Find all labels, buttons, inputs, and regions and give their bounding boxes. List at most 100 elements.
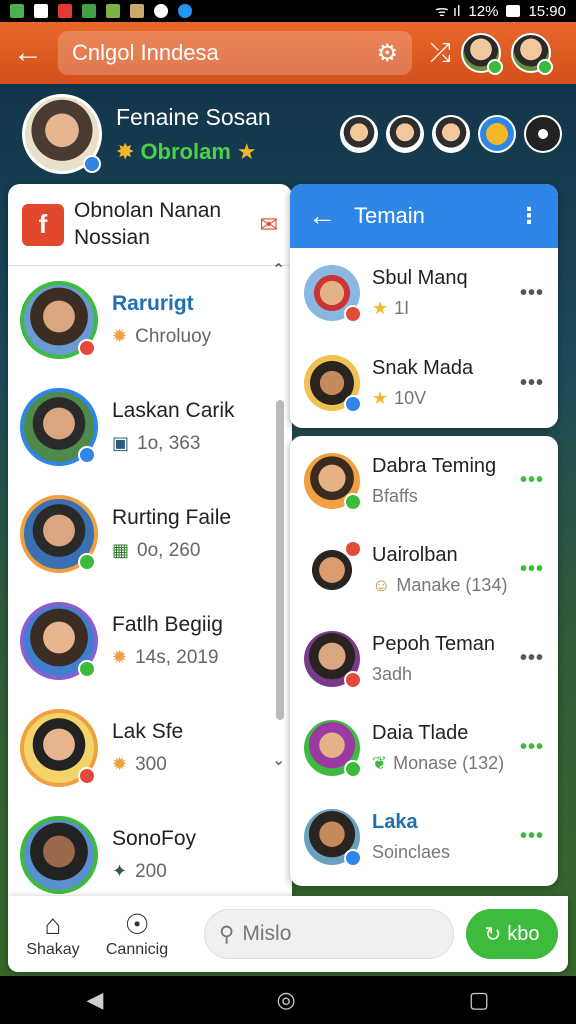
avatar bbox=[304, 265, 362, 323]
scrollbar[interactable]: ⌃ ⌄ bbox=[272, 260, 288, 770]
avatar bbox=[20, 494, 98, 573]
back-icon[interactable]: ◀ bbox=[87, 987, 104, 1013]
face-icon: ☺ bbox=[372, 574, 391, 595]
online-badge bbox=[78, 659, 96, 678]
status-badge bbox=[78, 766, 96, 785]
list-item[interactable]: Pepoh Teman 3adh ••• bbox=[290, 614, 558, 703]
status-badge bbox=[344, 305, 362, 323]
more-icon[interactable]: ••• bbox=[520, 282, 544, 305]
go-label: kbo bbox=[507, 922, 540, 945]
search-placeholder: Mislo bbox=[242, 922, 292, 945]
search-text: Cnlgol Inndesa bbox=[72, 40, 219, 65]
gear-icon[interactable]: ⚙ bbox=[376, 39, 398, 68]
leaf-icon: ❦ bbox=[372, 752, 388, 773]
home-circle-icon[interactable]: ◎ bbox=[276, 987, 295, 1013]
contact-name: Uairolban bbox=[372, 543, 458, 566]
avatar[interactable] bbox=[460, 33, 503, 75]
sticker[interactable] bbox=[340, 115, 378, 153]
sticker[interactable] bbox=[432, 115, 470, 153]
monitor-icon: ▣ bbox=[112, 433, 130, 453]
tab-contacts[interactable]: ☉ Cannicig bbox=[102, 909, 172, 959]
status-bar: ᯤ ıl 12% 15:90 bbox=[0, 0, 576, 22]
notification-icon bbox=[130, 4, 144, 18]
share-icon[interactable]: ⤮ bbox=[430, 37, 451, 69]
back-arrow-icon[interactable]: ← bbox=[308, 200, 336, 232]
contact-name: Snak Mada bbox=[372, 357, 474, 379]
recents-icon[interactable]: ▢ bbox=[469, 987, 490, 1013]
avatar[interactable] bbox=[510, 33, 553, 75]
list-item[interactable]: Sbul Manq ★ 1I ••• bbox=[290, 248, 558, 338]
contact-name: Fatlh Begiig bbox=[112, 612, 223, 636]
avatar bbox=[20, 815, 98, 894]
list-item[interactable]: Laka Soinclaes ••• bbox=[290, 792, 558, 881]
contact-sub: Bfaffs bbox=[372, 485, 418, 506]
more-vertical-icon[interactable]: ⋮ bbox=[518, 203, 540, 229]
close-icon[interactable]: ✉ bbox=[260, 212, 278, 238]
contact-sub: Monase (132) bbox=[393, 752, 505, 773]
back-arrow-icon[interactable]: ← bbox=[10, 36, 46, 70]
sticker[interactable] bbox=[524, 115, 562, 153]
list-item[interactable]: Rurting Faile ▦ 0o, 260 bbox=[20, 480, 292, 587]
list-item[interactable]: Lak Sfe ✹ 300 bbox=[20, 694, 292, 801]
contact-sub: Chroluoy bbox=[135, 325, 212, 347]
contact-name: Rurting Faile bbox=[112, 505, 232, 529]
more-icon[interactable]: ••• bbox=[520, 736, 544, 759]
sticker-row bbox=[340, 115, 562, 153]
tab-home[interactable]: ⌂ Shakay bbox=[18, 909, 88, 959]
notification-icon bbox=[106, 4, 120, 18]
profile-text: Fenaine Sosan ✸ Obrolam ★ bbox=[116, 104, 271, 165]
friends-panel-title: Temain bbox=[354, 203, 425, 228]
go-button[interactable]: ↻ kbo bbox=[466, 909, 558, 959]
tab-label: Cannicig bbox=[105, 941, 169, 958]
contact-sub: Soinclaes bbox=[372, 841, 451, 862]
more-icon[interactable]: ••• bbox=[520, 469, 544, 492]
profile-status: ✸ Obrolam ★ bbox=[116, 139, 271, 165]
list-item[interactable]: Fatlh Begiig ✹ 14s, 2019 bbox=[20, 587, 292, 694]
online-badge bbox=[344, 759, 362, 778]
avatar bbox=[304, 355, 362, 413]
notification-icons bbox=[10, 4, 192, 18]
star-icon: ✸ bbox=[116, 138, 135, 164]
leaf-icon: ✦ bbox=[112, 861, 128, 881]
notification-icon bbox=[10, 4, 24, 18]
notification-icon bbox=[178, 4, 192, 18]
avatar bbox=[304, 630, 362, 689]
scroll-thumb[interactable] bbox=[276, 400, 284, 720]
star-icon: ★ bbox=[236, 138, 257, 164]
status-right: ᯤ ıl 12% 15:90 bbox=[435, 1, 566, 21]
star-sticker[interactable] bbox=[478, 115, 516, 153]
profile-header: Fenaine Sosan ✸ Obrolam ★ bbox=[0, 84, 576, 184]
more-icon[interactable]: ••• bbox=[520, 825, 544, 848]
search-input[interactable]: ⚲ Mislo bbox=[204, 909, 454, 959]
more-icon[interactable]: ••• bbox=[520, 647, 544, 670]
check-badge bbox=[486, 59, 503, 75]
star-icon: ★ bbox=[372, 298, 389, 318]
notification-icon bbox=[154, 4, 168, 18]
list-item[interactable]: Laskan Carik ▣ 1o, 363 bbox=[20, 373, 292, 480]
contact-name: Rarurigt bbox=[112, 291, 194, 315]
contact-name: Sbul Manq bbox=[372, 267, 468, 289]
list-item[interactable]: Daia Tlade ❦ Monase (132) ••• bbox=[290, 703, 558, 792]
search-bar[interactable]: Cnlgol Inndesa ⚙ bbox=[58, 31, 412, 75]
more-icon[interactable]: ••• bbox=[520, 558, 544, 581]
sticker[interactable] bbox=[386, 115, 424, 153]
list-item[interactable]: Uairolban ☺ Manake (134) ••• bbox=[290, 525, 558, 614]
list-item[interactable]: Snak Mada ★ 10V ••• bbox=[290, 338, 558, 428]
chevron-up-icon[interactable]: ⌃ bbox=[272, 260, 285, 280]
list-item[interactable]: SonoFoy ✦ 200 bbox=[20, 801, 292, 896]
contact-sub: 0o, 260 bbox=[137, 539, 201, 561]
tab-label: Shakay bbox=[26, 941, 80, 958]
more-icon[interactable]: ••• bbox=[520, 372, 544, 395]
list-item[interactable]: Dabra Teming Bfaffs ••• bbox=[290, 436, 558, 525]
contact-sub: 14s, 2019 bbox=[135, 646, 219, 668]
avatar bbox=[304, 452, 362, 511]
sun-icon: ✹ bbox=[112, 326, 128, 346]
game-icon: ▦ bbox=[112, 540, 130, 560]
battery-percent: 12% bbox=[468, 2, 499, 20]
online-badge bbox=[78, 552, 96, 571]
chevron-down-icon[interactable]: ⌄ bbox=[272, 750, 285, 770]
list-item[interactable]: Rarurigt ✹ Chroluoy bbox=[20, 266, 292, 373]
profile-avatar[interactable] bbox=[22, 94, 102, 174]
battery-icon bbox=[506, 5, 521, 17]
sun-icon: ✹ bbox=[112, 647, 128, 667]
